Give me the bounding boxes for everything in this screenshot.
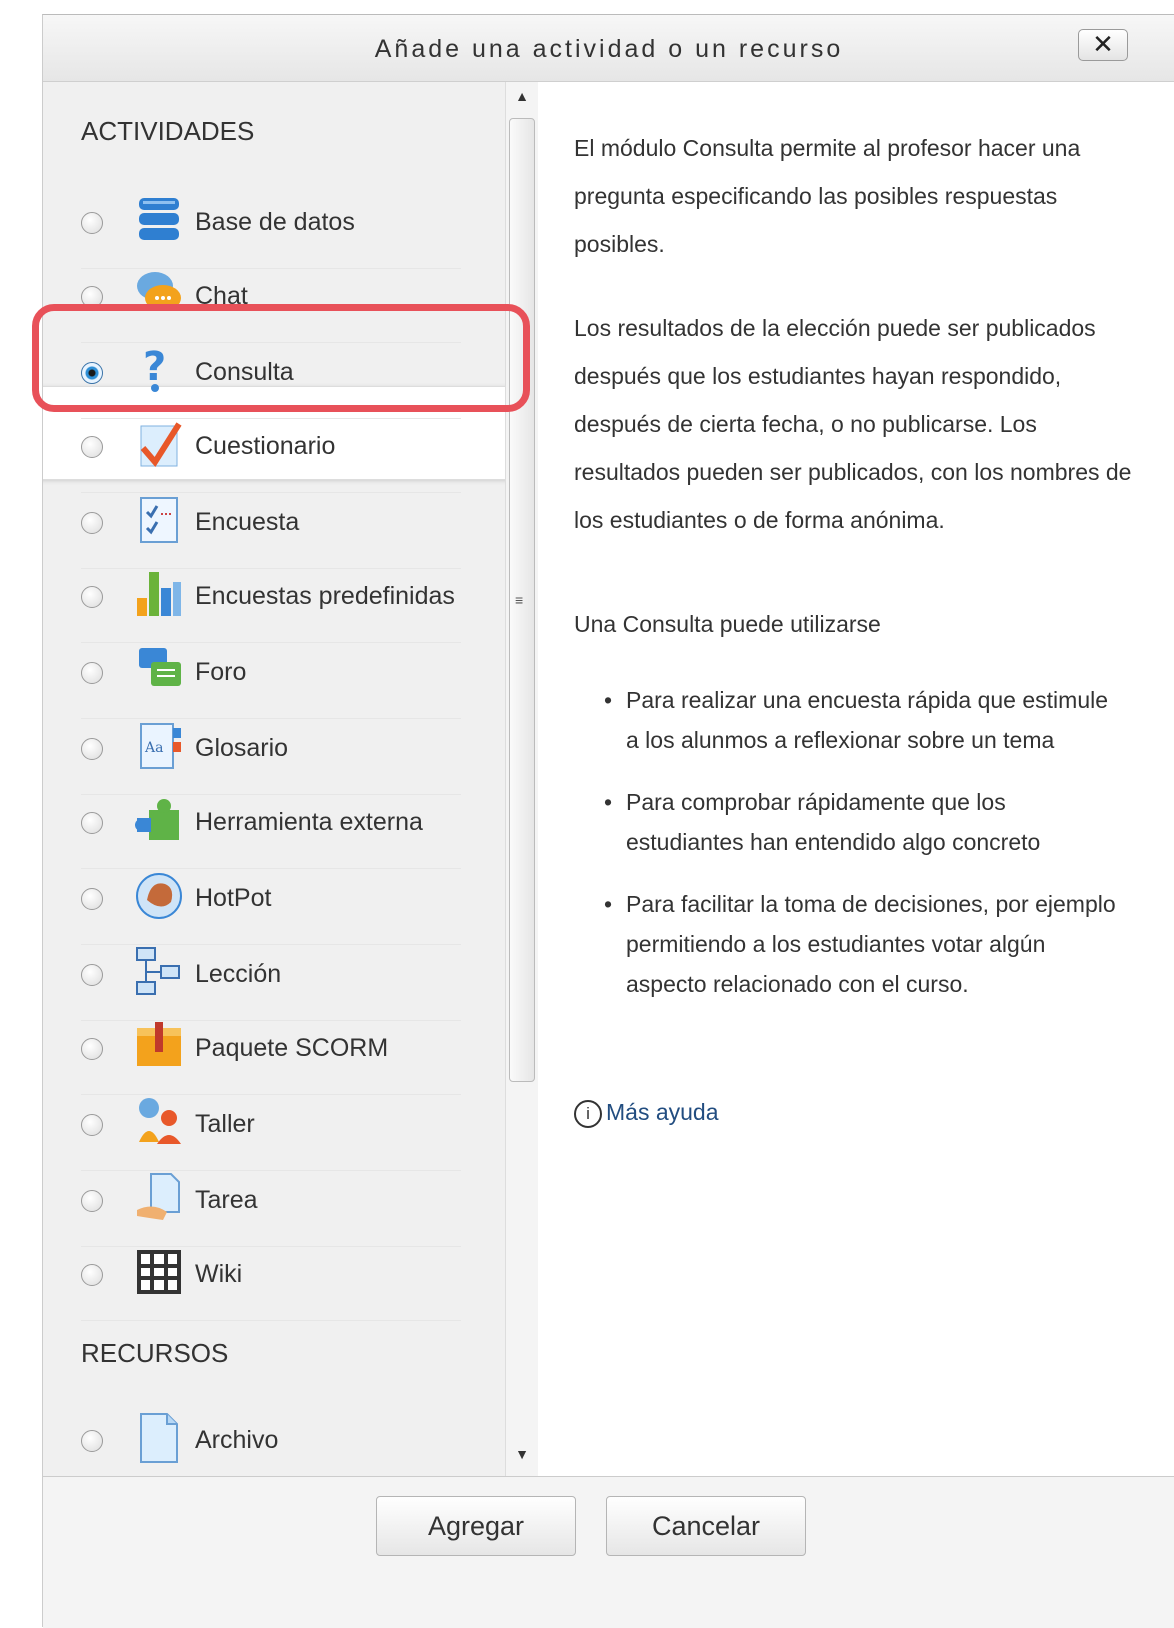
activities-heading: ACTIVIDADES <box>81 116 255 146</box>
description-paragraph-1: El módulo Consulta permite al profesor h… <box>574 135 1081 257</box>
scroll-grip-icon: ≡ <box>515 592 524 608</box>
module-label: Foro <box>195 658 247 686</box>
module-option-survey[interactable]: Encuesta <box>81 494 461 569</box>
info-icon: i <box>574 1099 602 1128</box>
module-label: Lección <box>195 960 282 988</box>
use-case-item: Para comprobar rápidamente que los estud… <box>600 782 1120 862</box>
scorm-package-icon <box>135 1020 183 1072</box>
use-cases-list: Para realizar una encuesta rápida que es… <box>600 680 1120 1026</box>
module-label: Glosario <box>195 734 289 762</box>
module-radio[interactable] <box>81 662 103 684</box>
database-icon <box>135 194 183 246</box>
module-radio[interactable] <box>81 888 103 910</box>
module-radio[interactable] <box>81 212 103 234</box>
module-option-puzzle[interactable]: Herramienta externa <box>81 794 461 869</box>
module-option-file[interactable]: Archivo <box>81 1412 461 1476</box>
module-label: Wiki <box>195 1260 243 1288</box>
module-radio[interactable] <box>81 964 103 986</box>
module-label: HotPot <box>195 884 272 912</box>
dialog-footer: Agregar Cancelar <box>43 1476 1174 1628</box>
add-activity-dialog: Añade una actividad o un recurso ✕ ACTIV… <box>42 14 1174 1628</box>
module-list-scrollbar[interactable]: ▲ ≡ ▼ <box>505 82 539 1476</box>
hotpot-icon <box>135 870 183 922</box>
module-label: Cuestionario <box>195 432 336 460</box>
module-radio[interactable] <box>81 1114 103 1136</box>
quiz-check-icon <box>135 418 183 470</box>
module-option-assignment[interactable]: Tarea <box>81 1172 461 1247</box>
module-label: Herramienta externa <box>195 808 423 836</box>
file-icon <box>135 1412 183 1464</box>
glossary-icon: Aa <box>135 720 183 772</box>
module-option-forum[interactable]: Foro <box>81 644 461 719</box>
scroll-down-arrow-icon[interactable]: ▼ <box>506 1446 538 1470</box>
module-label: Tarea <box>195 1186 258 1214</box>
lesson-flow-icon <box>135 946 183 998</box>
puzzle-icon <box>135 794 183 846</box>
module-option-quiz-check[interactable]: Cuestionario <box>81 418 461 493</box>
module-radio[interactable] <box>81 586 103 608</box>
more-help-label[interactable]: Más ayuda <box>606 1099 719 1125</box>
add-button[interactable]: Agregar <box>376 1496 576 1556</box>
cancel-button[interactable]: Cancelar <box>606 1496 806 1556</box>
module-option-chat[interactable]: Chat <box>81 268 461 343</box>
module-option-question[interactable]: ? Consulta <box>81 344 461 419</box>
module-option-bar-chart[interactable]: Encuestas predefinidas <box>81 568 461 643</box>
module-label: Encuestas predefinidas <box>195 582 455 610</box>
module-option-workshop[interactable]: Taller <box>81 1096 461 1171</box>
bar-chart-icon <box>135 568 183 620</box>
module-option-wiki[interactable]: Wiki <box>81 1246 461 1321</box>
module-option-scorm-package[interactable]: Paquete SCORM <box>81 1020 461 1095</box>
more-help-link[interactable]: i Más ayuda <box>574 1099 719 1128</box>
workshop-icon <box>135 1096 183 1148</box>
module-radio[interactable] <box>81 1430 103 1452</box>
dialog-title: Añade una actividad o un recurso <box>374 35 844 63</box>
resources-heading: RECURSOS <box>81 1338 229 1368</box>
module-label: Consulta <box>195 358 294 386</box>
module-option-lesson-flow[interactable]: Lección <box>81 946 461 1021</box>
module-radio[interactable] <box>81 512 103 534</box>
survey-icon <box>135 494 183 546</box>
module-radio[interactable] <box>81 1190 103 1212</box>
wiki-icon <box>135 1246 183 1298</box>
chat-icon <box>135 268 183 320</box>
module-radio[interactable] <box>81 1038 103 1060</box>
module-option-glossary[interactable]: Aa Glosario <box>81 720 461 795</box>
module-option-hotpot[interactable]: HotPot <box>81 870 461 945</box>
module-option-database[interactable]: Base de datos <box>81 194 461 269</box>
forum-icon <box>135 644 183 696</box>
description-paragraph-3: Una Consulta puede utilizarse <box>574 611 881 637</box>
module-radio[interactable] <box>81 812 103 834</box>
module-label: Taller <box>195 1110 255 1138</box>
scroll-up-arrow-icon[interactable]: ▲ <box>506 88 538 112</box>
use-case-item: Para facilitar la toma de decisiones, po… <box>600 884 1120 1004</box>
module-label: Paquete SCORM <box>195 1034 389 1062</box>
module-radio[interactable] <box>81 362 103 384</box>
close-button[interactable]: ✕ <box>1078 29 1128 61</box>
module-radio[interactable] <box>81 436 103 458</box>
module-label: Encuesta <box>195 508 300 536</box>
module-label: Archivo <box>195 1426 279 1454</box>
module-radio[interactable] <box>81 1264 103 1286</box>
description-paragraph-2: Los resultados de la elección puede ser … <box>574 315 1132 533</box>
module-description: El módulo Consulta permite al profesor h… <box>538 82 1174 1476</box>
module-radio[interactable] <box>81 286 103 308</box>
dialog-titlebar: Añade una actividad o un recurso ✕ <box>43 15 1174 82</box>
module-radio[interactable] <box>81 738 103 760</box>
use-case-item: Para realizar una encuesta rápida que es… <box>600 680 1120 760</box>
svg-text:?: ? <box>143 344 166 390</box>
svg-text:Aa: Aa <box>144 740 163 756</box>
question-icon: ? <box>135 344 183 396</box>
module-label: Base de datos <box>195 208 355 236</box>
module-label: Chat <box>195 282 248 310</box>
assignment-icon <box>135 1172 183 1224</box>
scrollbar-thumb[interactable]: ≡ <box>509 118 535 1082</box>
module-list-panel: ACTIVIDADES Base de datos Chat? Consulta Cu… <box>43 82 505 1476</box>
